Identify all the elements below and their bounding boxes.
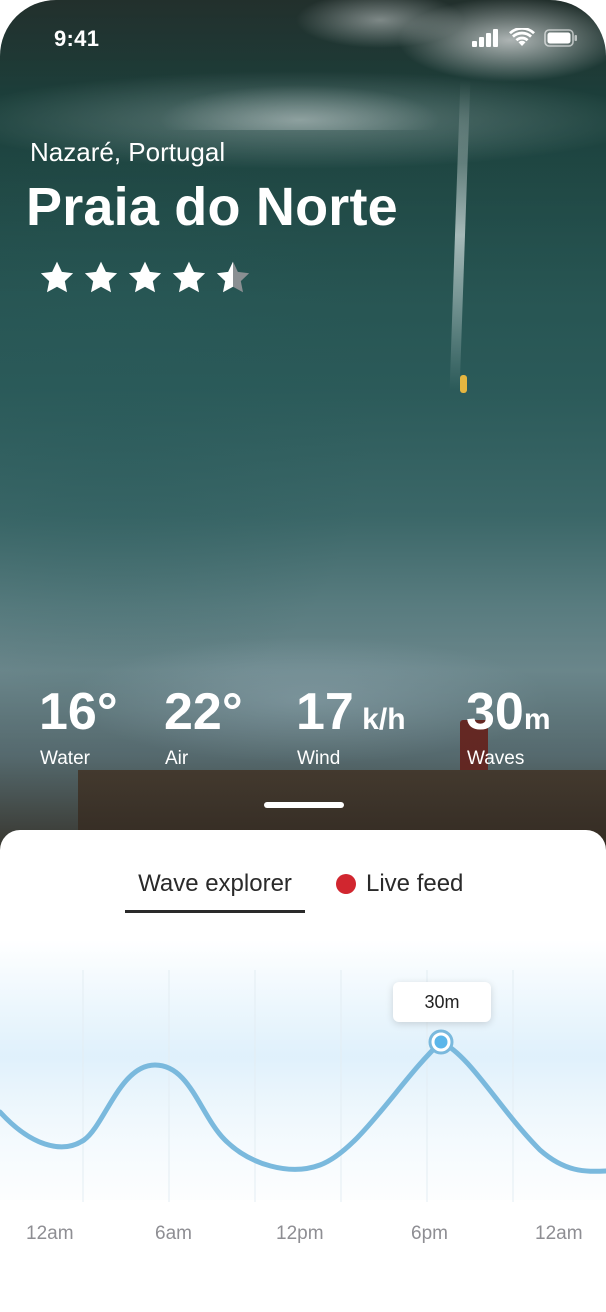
spot-title: Praia do Norte — [26, 177, 398, 237]
tab-wave-explorer[interactable]: Wave explorer — [125, 870, 305, 898]
stat-label: Air — [165, 748, 189, 769]
bottom-sheet: Wave explorer Live feed 30m 12am 6am 12p… — [0, 830, 606, 1312]
stat-waves: 30m Waves — [466, 684, 551, 770]
star-icon — [40, 261, 74, 293]
stat-value: 22° — [164, 683, 243, 741]
wifi-icon — [509, 28, 535, 46]
live-dot-icon — [336, 874, 356, 894]
stat-value: 16° — [39, 683, 118, 741]
signal-icon — [472, 28, 498, 47]
stat-value: 30m — [466, 683, 551, 741]
location-label: Nazaré, Portugal — [30, 137, 226, 167]
battery-icon — [544, 28, 577, 47]
peak-marker-core — [434, 1035, 448, 1049]
tab-live-feed-label: Live feed — [366, 870, 464, 897]
star-icon — [84, 261, 118, 293]
stat-wind: 17 k/h Wind — [296, 684, 406, 770]
stat-water: 16° Water — [39, 684, 118, 770]
status-icons — [472, 28, 578, 47]
stat-value: 17 k/h — [296, 683, 406, 741]
x-tick-label: 6pm — [411, 1223, 448, 1244]
drag-handle[interactable] — [264, 802, 344, 808]
stat-label: Water — [40, 748, 90, 769]
x-tick-label: 12am — [26, 1223, 74, 1244]
chart-tooltip: 30m — [393, 982, 491, 1022]
x-tick-label: 12am — [535, 1223, 583, 1244]
star-rating — [38, 260, 252, 296]
stat-label: Wind — [297, 748, 341, 769]
stat-label: Waves — [467, 748, 525, 769]
stat-air: 22° Air — [164, 684, 243, 770]
wave-chart[interactable] — [0, 940, 606, 1312]
phone-screen: 9:41 Nazaré, Portugal Praia do Norte 16°… — [0, 0, 606, 1312]
x-tick-label: 6am — [155, 1223, 192, 1244]
status-time: 9:41 — [54, 26, 100, 51]
tab-active-indicator — [125, 910, 305, 913]
chart-background — [0, 940, 606, 1200]
tab-live-feed[interactable]: Live feed — [336, 870, 463, 898]
x-tick-label: 12pm — [276, 1223, 324, 1244]
half-star-icon — [216, 261, 250, 293]
star-icon — [172, 261, 206, 293]
star-icon — [128, 261, 162, 293]
